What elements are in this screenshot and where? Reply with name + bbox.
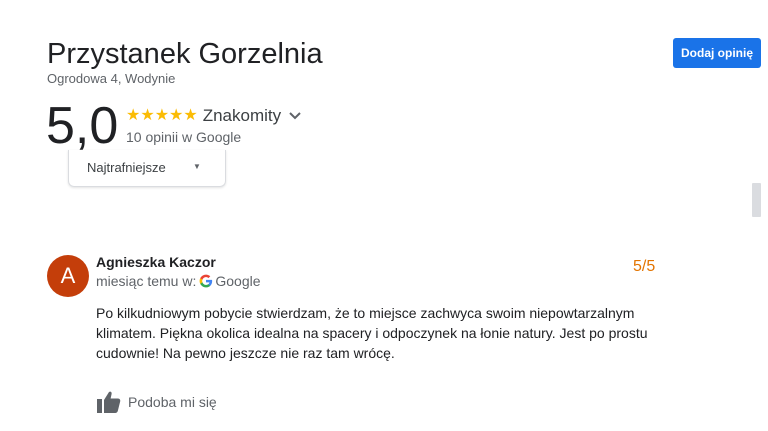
avatar[interactable]: A — [47, 255, 89, 297]
chevron-down-icon[interactable] — [288, 105, 302, 127]
dropdown-arrow-icon: ▼ — [193, 162, 201, 171]
rating-stars: ★★★★★ — [126, 107, 198, 124]
place-title: Przystanek Gorzelnia — [47, 38, 323, 70]
review-count: 10 opinii w Google — [126, 129, 242, 145]
reviewer-name[interactable]: Agnieszka Kaczor — [96, 254, 216, 270]
google-g-icon — [199, 274, 213, 288]
like-button[interactable]: Podoba mi się — [96, 390, 217, 414]
rating-label: Znakomity — [202, 106, 282, 125]
sort-dropdown[interactable]: Najtrafniejsze ▼ — [68, 150, 226, 187]
review-score: 5/5 — [633, 258, 656, 275]
rating-summary[interactable]: ★★★★★ Znakomity — [126, 105, 302, 127]
review-text: Po kilkudniowym pobycie stwierdzam, że t… — [96, 305, 648, 361]
review-meta: miesiąc temu w: Google — [96, 272, 261, 290]
add-review-button[interactable]: Dodaj opinię — [673, 38, 761, 68]
rating-score: 5,0 — [46, 97, 119, 155]
thumb-up-icon — [96, 390, 122, 414]
review-time: miesiąc temu w: — [96, 273, 197, 289]
sort-selected-value: Najtrafniejsze — [87, 160, 166, 175]
place-address: Ogrodowa 4, Wodynie — [47, 71, 176, 86]
like-label: Podoba mi się — [128, 394, 217, 410]
review-source: Google — [215, 273, 261, 289]
scrollbar-thumb[interactable] — [752, 183, 761, 217]
